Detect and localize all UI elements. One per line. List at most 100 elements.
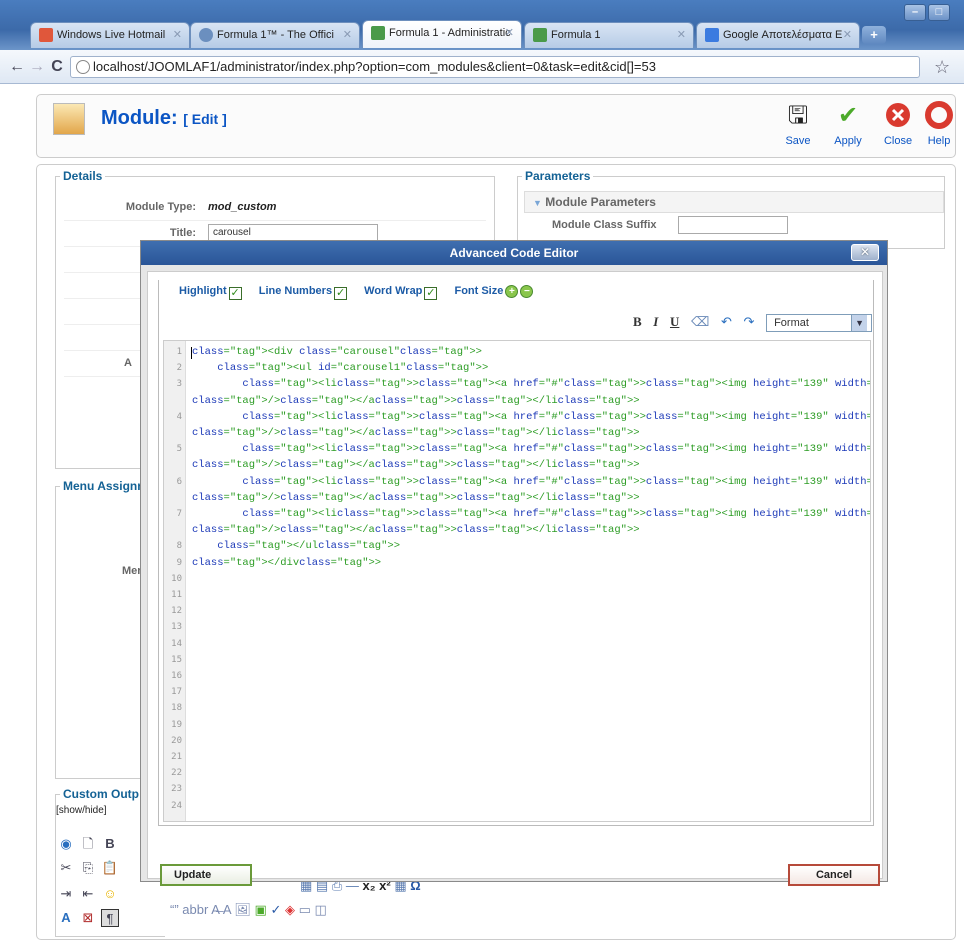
page-title-text: Module:: [101, 107, 178, 129]
tab-google[interactable]: Google Αποτελέσματα Ε ✕: [696, 22, 860, 48]
quote-icon[interactable]: “”: [170, 902, 179, 917]
module-type-value: mod_custom: [208, 201, 277, 213]
undo-icon[interactable]: ↶: [721, 314, 732, 330]
close-button[interactable]: Close: [875, 101, 921, 151]
reload-icon[interactable]: C: [48, 58, 66, 76]
code-line: class="tag">/>class="tag"></aclass="tag"…: [192, 524, 640, 537]
highlight-checkbox[interactable]: ✓: [228, 287, 242, 300]
address-bar[interactable]: localhost/JOOMLAF1/administrator/index.p…: [70, 56, 920, 78]
browser-toolbar: ← → C localhost/JOOMLAF1/administrator/i…: [0, 50, 964, 84]
close-icon[interactable]: ✕: [343, 23, 352, 47]
tab-label: Formula 1: [551, 29, 601, 41]
format-select[interactable]: Format ▼: [766, 314, 873, 332]
spellcheck-icon[interactable]: ✓: [270, 902, 281, 917]
word-wrap-checkbox[interactable]: ✓: [424, 287, 438, 300]
triangle-down-icon: ▼: [533, 198, 542, 208]
tab-hotmail[interactable]: Windows Live Hotmail ✕: [30, 22, 190, 48]
image-icon[interactable]: 🖼: [234, 902, 251, 917]
help-button[interactable]: Help: [921, 101, 957, 151]
new-tab-button[interactable]: +: [862, 26, 886, 44]
copy-icon[interactable]: ⎘: [79, 859, 97, 877]
tab-formula1-official[interactable]: Formula 1™ - The Offici ✕: [190, 22, 360, 48]
code-icon[interactable]: ◈: [285, 902, 295, 917]
line-numbers-option[interactable]: Line Numbers ✓: [259, 285, 348, 300]
word-wrap-option[interactable]: Word Wrap ✓: [364, 285, 438, 300]
chevron-down-icon: ▼: [851, 315, 868, 331]
line-number: 14: [171, 638, 182, 649]
media-icon[interactable]: ▣: [255, 902, 267, 917]
code-line: class="tag">/>class="tag"></aclass="tag"…: [192, 459, 640, 472]
line-number: 4: [176, 411, 182, 422]
font-size-decrease-icon[interactable]: −: [520, 285, 534, 298]
forward-icon[interactable]: →: [28, 58, 46, 76]
layer-icon[interactable]: ▭: [299, 902, 311, 917]
tab-formula1[interactable]: Formula 1 ✕: [524, 22, 694, 48]
smiley-icon[interactable]: ☺: [101, 885, 119, 903]
underline-button[interactable]: U: [670, 314, 679, 330]
tab-formula1-admin[interactable]: Formula 1 - Administratic ✕: [362, 20, 522, 48]
tab-label: Formula 1 - Administratic: [389, 27, 511, 39]
module-parameters-toggle[interactable]: ▼ Module Parameters: [524, 191, 944, 213]
apply-label: Apply: [834, 135, 862, 147]
font-color-icon[interactable]: A: [57, 909, 75, 927]
columns-icon[interactable]: ◫: [315, 902, 327, 917]
line-number: 13: [171, 622, 182, 633]
line-number: 12: [171, 606, 182, 617]
rtl-icon[interactable]: ⇤: [79, 885, 97, 903]
save-button[interactable]: 🖫 Save: [775, 101, 821, 151]
maximize-button[interactable]: □: [928, 4, 950, 21]
ltr-icon[interactable]: ⇥: [57, 885, 75, 903]
editor-options: Highlight ✓ Line Numbers ✓ Word Wrap ✓ Font…: [179, 285, 547, 300]
modal-close-button[interactable]: ✕: [851, 244, 879, 261]
tab-strip: Windows Live Hotmail ✕ Formula 1™ - The …: [0, 0, 964, 50]
tab-label: Google Αποτελέσματα Ε: [723, 29, 843, 41]
redo-icon[interactable]: ↷: [744, 314, 755, 330]
line-number: 7: [176, 509, 182, 519]
italic-button[interactable]: I: [653, 314, 658, 330]
help-label: Help: [927, 135, 951, 147]
code-line: class="tag"><liclass="tag">>class="tag">…: [242, 443, 870, 456]
module-type-row: Module Type: mod_custom: [64, 195, 486, 221]
close-icon[interactable]: ✕: [843, 23, 852, 47]
close-icon[interactable]: ✕: [677, 23, 686, 47]
class-suffix-input[interactable]: [678, 216, 788, 234]
strikethrough-icon[interactable]: A̶: [211, 902, 220, 917]
bookmark-star-icon[interactable]: ☆: [934, 57, 950, 78]
abbr-icon[interactable]: abbr: [182, 902, 208, 917]
editor-toolbar-row-2: “” abbr A̶ A 🖼 ▣ ✓ ◈ ▭ ◫: [170, 902, 470, 924]
highlight-option[interactable]: Highlight ✓: [179, 285, 242, 300]
apply-button[interactable]: ✔ Apply: [825, 101, 871, 151]
show-hide-link[interactable]: [show/hide]: [56, 805, 107, 816]
pilcrow-icon[interactable]: ¶: [101, 909, 119, 927]
highlight-label: Highlight: [179, 285, 227, 297]
close-icon[interactable]: ✕: [505, 21, 514, 45]
remove-format-icon[interactable]: ⊠: [79, 909, 97, 927]
close-icon[interactable]: ✕: [173, 23, 182, 47]
update-button[interactable]: Update: [160, 864, 252, 886]
font-a-icon[interactable]: A: [223, 902, 231, 917]
cancel-button[interactable]: Cancel: [788, 864, 880, 886]
bold-icon[interactable]: B: [101, 835, 119, 853]
code-line: class="tag"><liclass="tag">>class="tag">…: [242, 475, 870, 488]
checkmark-icon: ✔: [837, 102, 859, 129]
minimize-button[interactable]: –: [904, 4, 926, 21]
line-number: 11: [171, 590, 182, 600]
joomla-icon: [533, 28, 547, 42]
font-size-increase-icon[interactable]: +: [505, 285, 519, 298]
back-icon[interactable]: ←: [8, 58, 26, 76]
code-editor[interactable]: 1 2 3 4 5 6 7 8 9 10 11 12 13 14 15 16 17 18 19 20 21 22 23 24-…: [163, 340, 871, 822]
line-number: 9: [176, 557, 182, 568]
save-label: Save: [785, 135, 811, 147]
code-line: class="tag">/>class="tag"></aclass="tag"…: [192, 427, 640, 439]
tab-label: Windows Live Hotmail: [57, 29, 166, 41]
eraser-icon[interactable]: ⌫: [691, 314, 709, 330]
paste-icon[interactable]: 📋: [101, 859, 119, 877]
line-number: 17: [171, 687, 182, 698]
new-document-icon[interactable]: 🗋: [79, 835, 97, 853]
module-type-label: Module Type:: [125, 201, 196, 213]
help-icon[interactable]: ◉: [57, 835, 75, 853]
cut-icon[interactable]: ✂: [57, 859, 75, 877]
bold-button[interactable]: B: [633, 314, 642, 330]
line-numbers-checkbox[interactable]: ✓: [334, 287, 348, 300]
code-line: class="tag"><liclass="tag">>class="tag">…: [242, 410, 870, 423]
